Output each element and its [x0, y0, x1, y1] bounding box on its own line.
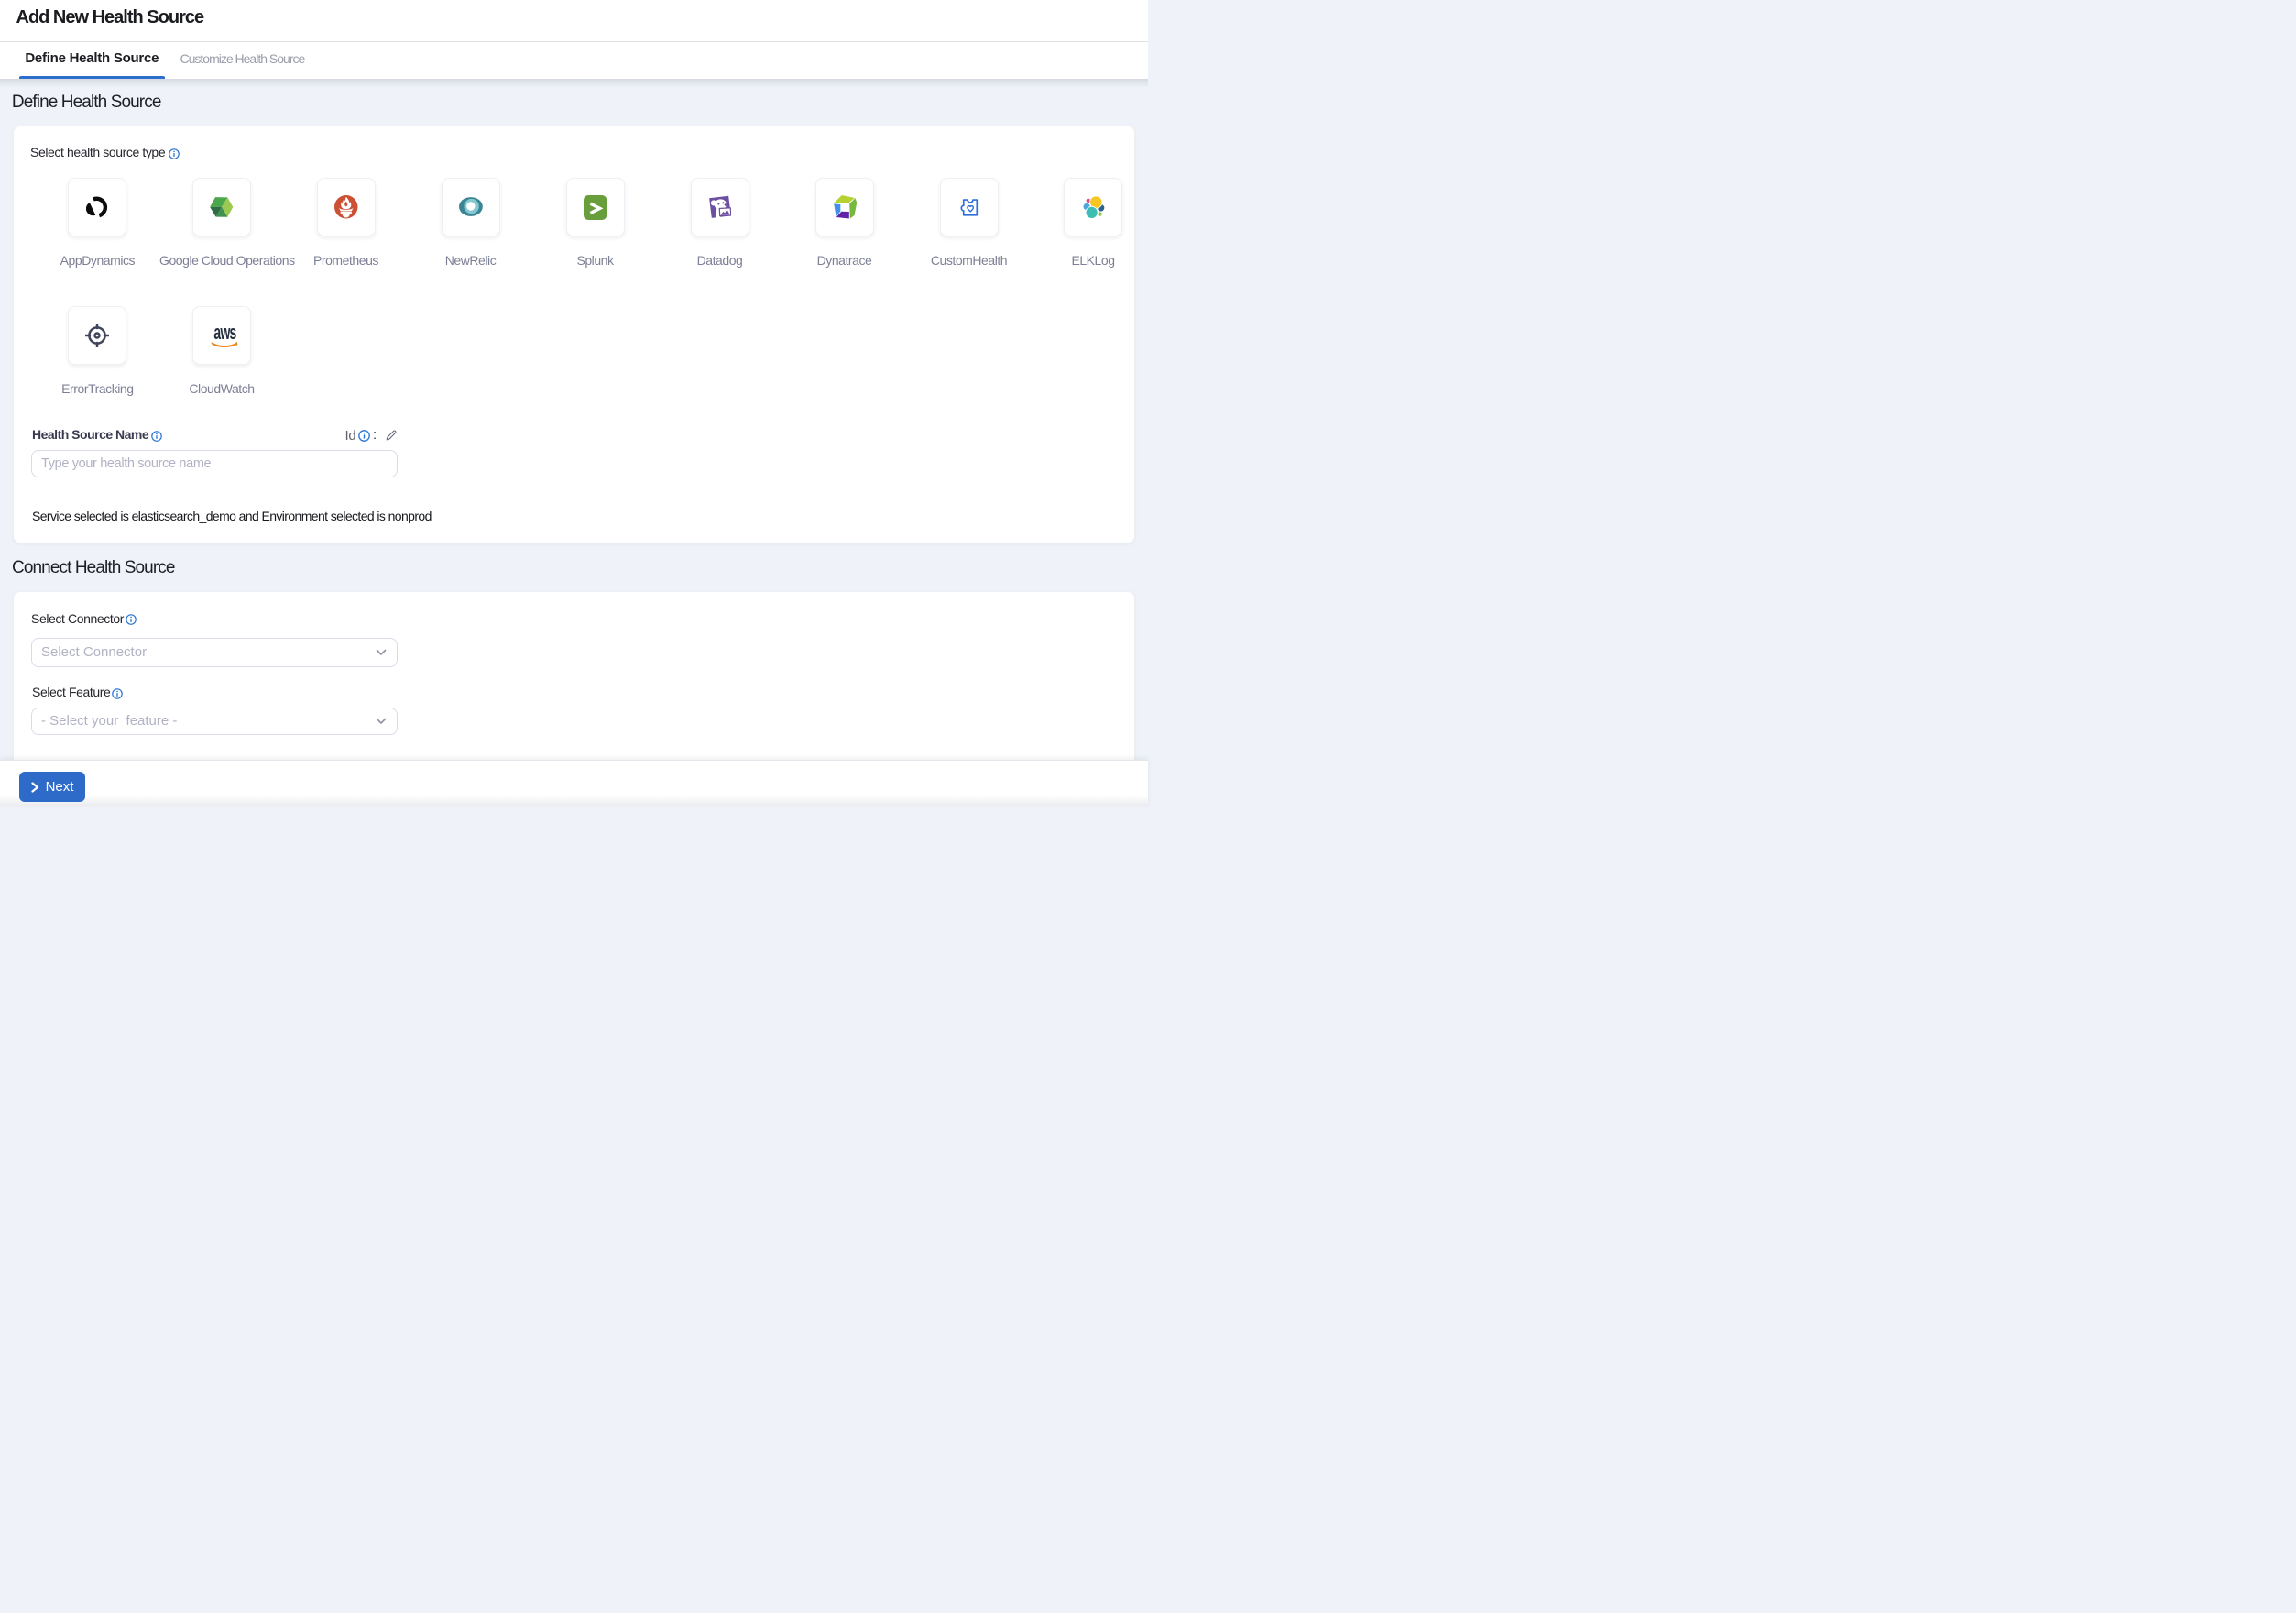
svg-text:aws: aws — [213, 326, 236, 344]
